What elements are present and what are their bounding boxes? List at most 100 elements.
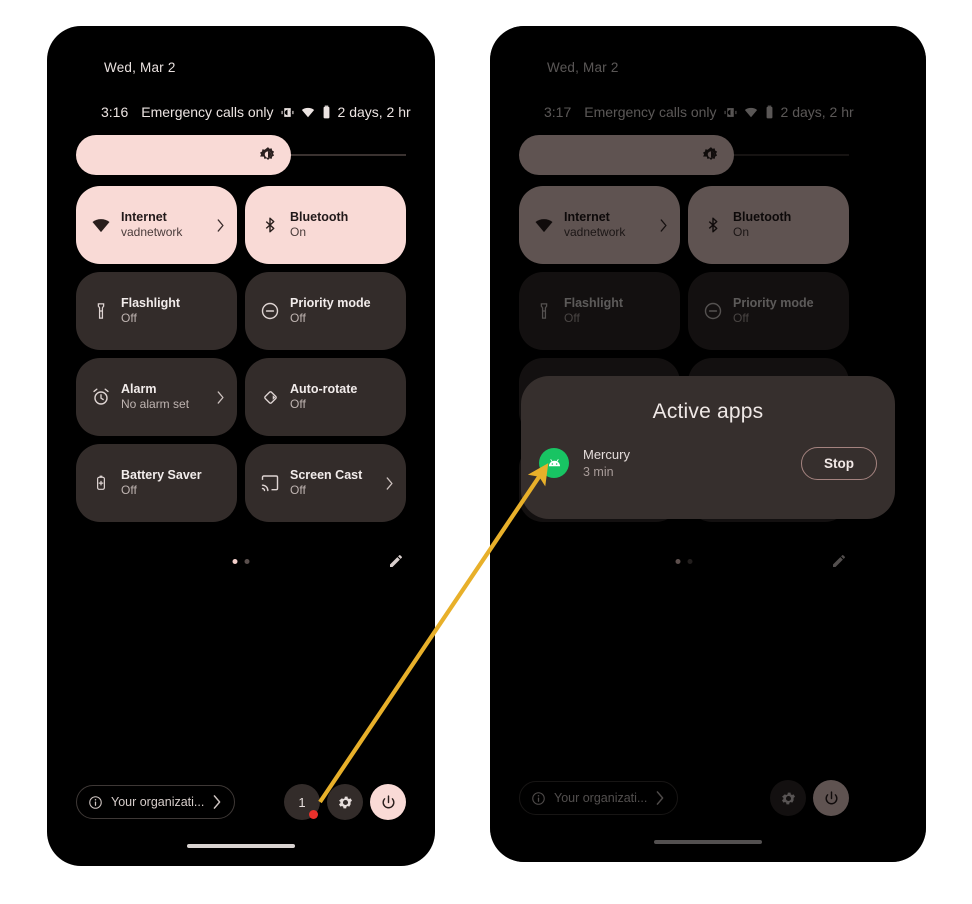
stop-button[interactable]: Stop (801, 446, 877, 480)
cast-icon (259, 473, 281, 493)
flashlight-icon (90, 302, 112, 320)
chevron-right-icon (212, 795, 222, 809)
qs-tile-subtitle: Off (121, 483, 137, 498)
status-bar: 3:16 Emergency calls only 2 days, 2 hr (101, 104, 411, 120)
active-app-duration: 3 min (583, 464, 614, 479)
battery-status-icon (765, 105, 774, 119)
qs-bottom-bar: Your organizati... 1 (76, 782, 406, 822)
qs-tile-title: Bluetooth (733, 209, 792, 224)
qs-tile-bluetooth[interactable]: Bluetooth On (245, 186, 406, 264)
qs-tile-bluetooth[interactable]: Bluetooth On (688, 186, 849, 264)
qs-tile-internet[interactable]: Internet vadnetwork (519, 186, 680, 264)
navigation-pill (187, 844, 295, 848)
date-label: Wed, Mar 2 (104, 60, 176, 75)
wifi-icon (90, 215, 112, 235)
page-dot-2[interactable] (687, 559, 693, 564)
battery-remaining-label: 2 days, 2 hr (780, 104, 854, 120)
chevron-right-icon (215, 390, 225, 404)
organization-chip[interactable]: Your organizati... (519, 781, 679, 815)
status-clock: 3:16 (101, 104, 129, 120)
battery-remaining-label: 2 days, 2 hr (337, 104, 411, 120)
chevron-right-icon (658, 218, 668, 232)
android-robot-icon (539, 448, 569, 479)
status-bar: 3:17 Emergency calls only 2 days, 2 hr (544, 104, 854, 120)
qs-tile-subtitle: On (733, 225, 750, 240)
carrier-label: Emergency calls only (584, 104, 717, 120)
carrier-label: Emergency calls only (141, 104, 274, 120)
qs-tile-text: Battery SaverOff (121, 467, 211, 499)
qs-tile-title: Bluetooth (290, 209, 349, 224)
vibrate-icon (281, 106, 294, 119)
page-dot-1[interactable] (232, 559, 238, 564)
qs-tile-text: Priority mode Off (733, 295, 823, 327)
organization-chip[interactable]: Your organizati... (76, 785, 236, 819)
auto-rotate-icon (259, 388, 281, 407)
phone-screenshot-before: Wed, Mar 2 3:16 Emergency calls only 2 d… (47, 26, 435, 866)
edit-pencil-icon[interactable] (388, 553, 404, 569)
qs-tile-subtitle: vadnetwork (564, 225, 626, 240)
alarm-icon (90, 387, 112, 407)
qs-tile-priority-mode[interactable]: Priority mode Off (245, 272, 406, 350)
power-button[interactable] (370, 784, 406, 820)
do-not-disturb-icon (702, 301, 724, 321)
quick-settings-footer (519, 550, 849, 578)
wifi-status-icon (301, 105, 315, 119)
quick-settings-screen-after: Wed, Mar 2 3:17 Emergency calls only 2 d… (490, 26, 926, 862)
settings-button[interactable] (770, 780, 806, 816)
active-app-name: Mercury (583, 447, 630, 462)
qs-tile-subtitle: Off (564, 311, 580, 326)
qs-tile-text: Bluetooth On (290, 209, 380, 241)
notification-badge-dot (309, 810, 318, 819)
page-dot-2[interactable] (244, 559, 250, 564)
qs-bottom-bar: Your organizati... (519, 778, 849, 818)
qs-tile-text: Flashlight Off (121, 295, 211, 327)
info-icon (88, 795, 103, 810)
brightness-icon (259, 146, 277, 164)
quick-settings-screen-before: Wed, Mar 2 3:16 Emergency calls only 2 d… (47, 26, 435, 866)
status-clock: 3:17 (544, 104, 572, 120)
vibrate-icon (724, 106, 737, 119)
quick-settings-tiles-before: Internet vadnetwork Bluetooth On Flashlight O… (76, 186, 406, 522)
chevron-right-icon (655, 791, 665, 805)
qs-tile-auto-rotate[interactable]: Auto-rotateOff (245, 358, 406, 436)
bluetooth-icon (702, 216, 724, 234)
settings-button[interactable] (327, 784, 363, 820)
active-apps-dialog: Active apps Mercury 3 min Stop (521, 376, 895, 519)
brightness-slider[interactable] (76, 135, 406, 175)
qs-tile-text: Flashlight Off (564, 295, 654, 327)
page-indicator (232, 559, 250, 564)
battery-status-icon (322, 105, 331, 119)
do-not-disturb-icon (259, 301, 281, 321)
notification-count-button[interactable]: 1 (284, 784, 320, 820)
quick-settings-footer (76, 550, 406, 578)
qs-tile-battery-saver[interactable]: Battery SaverOff (76, 444, 237, 522)
bluetooth-icon (259, 216, 281, 234)
chevron-right-icon (215, 218, 225, 232)
qs-action-buttons (770, 780, 849, 816)
comparison-stage: Wed, Mar 2 3:16 Emergency calls only 2 d… (0, 0, 972, 904)
qs-tile-flashlight[interactable]: Flashlight Off (76, 272, 237, 350)
qs-tile-alarm[interactable]: AlarmNo alarm set (76, 358, 237, 436)
edit-pencil-icon[interactable] (831, 553, 847, 569)
qs-tile-screen-cast[interactable]: Screen CastOff (245, 444, 406, 522)
qs-tile-title: Battery Saver (121, 467, 202, 482)
qs-tile-text: Screen CastOff (290, 467, 380, 499)
active-app-row: Mercury 3 min Stop (539, 446, 877, 480)
brightness-slider[interactable] (519, 135, 849, 175)
qs-tile-subtitle: Off (733, 311, 749, 326)
qs-tile-flashlight[interactable]: Flashlight Off (519, 272, 680, 350)
qs-tile-priority-mode[interactable]: Priority mode Off (688, 272, 849, 350)
qs-tile-title: Priority mode (290, 295, 371, 310)
qs-tile-text: Bluetooth On (733, 209, 823, 241)
qs-tile-subtitle: Off (290, 483, 306, 498)
flashlight-icon (533, 302, 555, 320)
page-dot-1[interactable] (675, 559, 681, 564)
qs-tile-title: Flashlight (121, 295, 181, 310)
qs-action-buttons: 1 (284, 784, 406, 820)
qs-tile-text: Internet vadnetwork (564, 209, 654, 241)
active-apps-title: Active apps (652, 400, 764, 423)
chevron-right-icon (384, 476, 394, 490)
power-button[interactable] (813, 780, 849, 816)
wifi-status-icon (744, 105, 758, 119)
qs-tile-internet[interactable]: Internet vadnetwork (76, 186, 237, 264)
